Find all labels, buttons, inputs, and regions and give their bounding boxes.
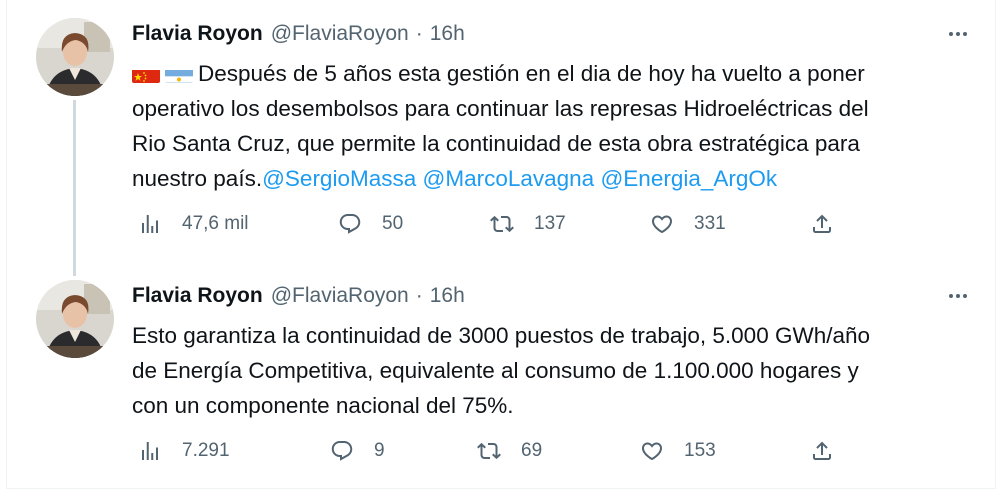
tweet-line-text: nuestro país. [132, 166, 263, 191]
reply-count: 9 [374, 440, 385, 461]
like-button[interactable]: 331 [650, 207, 726, 241]
thread-connector [73, 100, 76, 276]
tweet-line: nuestro país.@SergioMassa @MarcoLavagna … [132, 161, 977, 196]
tweet-thread: Flavia Royon @FlaviaRoyon · 16h Después … [6, 0, 996, 489]
share-button[interactable] [810, 207, 834, 241]
reply-icon [331, 441, 353, 461]
like-button[interactable]: 153 [640, 434, 716, 468]
retweet-button[interactable]: 69 [477, 434, 542, 468]
tweet-line: Esto garantiza la continuidad de 3000 pu… [132, 323, 871, 348]
author-name[interactable]: Flavia Royon [132, 284, 263, 308]
tweet[interactable]: Flavia Royon @FlaviaRoyon · 16h Después … [7, 0, 997, 276]
reply-count: 50 [382, 213, 404, 234]
retweet-count: 69 [521, 440, 543, 461]
tweet-line: Rio Santa Cruz, que permite la continuid… [132, 131, 860, 156]
mention-link[interactable]: @Energia_ArgOk [600, 166, 777, 191]
like-icon [651, 215, 673, 234]
argentina-flag-icon [165, 64, 193, 83]
avatar[interactable] [36, 280, 114, 358]
reply-button[interactable]: 50 [338, 207, 403, 241]
retweet-icon [490, 215, 514, 233]
tweet-actions: 7.291 9 69 153 [132, 434, 852, 468]
more-icon[interactable] [943, 284, 973, 308]
china-flag-icon [132, 64, 160, 83]
tweet-header: Flavia Royon @FlaviaRoyon · 16h [132, 20, 465, 48]
share-icon [813, 214, 831, 233]
tweet-actions: 47,6 mil 50 137 331 [132, 207, 852, 241]
tweet[interactable]: Flavia Royon @FlaviaRoyon · 16h Esto gar… [7, 262, 997, 489]
tweet-line: de Energía Competitiva, equivalente al c… [132, 358, 859, 383]
tweet-line: Después de 5 años esta gestión en el dia… [132, 56, 977, 91]
views-icon [142, 215, 158, 233]
author-name[interactable]: Flavia Royon [132, 22, 263, 46]
like-count: 331 [694, 213, 726, 234]
share-icon [813, 441, 831, 460]
retweet-button[interactable]: 137 [490, 207, 566, 241]
like-count: 153 [684, 440, 716, 461]
tweet-line-text: Después de 5 años esta gestión en el dia… [198, 61, 865, 86]
tweet-line: con un componente nacional del 75%. [132, 393, 514, 418]
retweet-count: 137 [534, 213, 566, 234]
separator: · [415, 22, 423, 45]
avatar[interactable] [36, 18, 114, 96]
share-button[interactable] [810, 434, 834, 468]
reply-icon [339, 214, 361, 234]
retweet-icon [477, 442, 501, 460]
tweet-text: Esto garantiza la continuidad de 3000 pu… [132, 318, 977, 423]
author-handle[interactable]: @FlaviaRoyon [271, 22, 409, 46]
mention-link[interactable]: @SergioMassa [262, 166, 416, 191]
views-button[interactable]: 7.291 [138, 434, 230, 468]
mention-link[interactable]: @MarcoLavagna [423, 166, 595, 191]
separator: · [415, 284, 423, 307]
more-icon[interactable] [943, 22, 973, 46]
timestamp[interactable]: 16h [430, 284, 465, 308]
views-button[interactable]: 47,6 mil [138, 207, 249, 241]
views-count: 47,6 mil [182, 213, 249, 234]
views-count: 7.291 [182, 440, 230, 461]
views-icon [142, 442, 158, 460]
tweet-header: Flavia Royon @FlaviaRoyon · 16h [132, 282, 465, 310]
tweet-text: Después de 5 años esta gestión en el dia… [132, 56, 977, 196]
author-handle[interactable]: @FlaviaRoyon [271, 284, 409, 308]
reply-button[interactable]: 9 [330, 434, 385, 468]
like-icon [641, 442, 663, 461]
tweet-line: operativo los desembolsos para continuar… [132, 96, 869, 121]
timestamp[interactable]: 16h [430, 22, 465, 46]
